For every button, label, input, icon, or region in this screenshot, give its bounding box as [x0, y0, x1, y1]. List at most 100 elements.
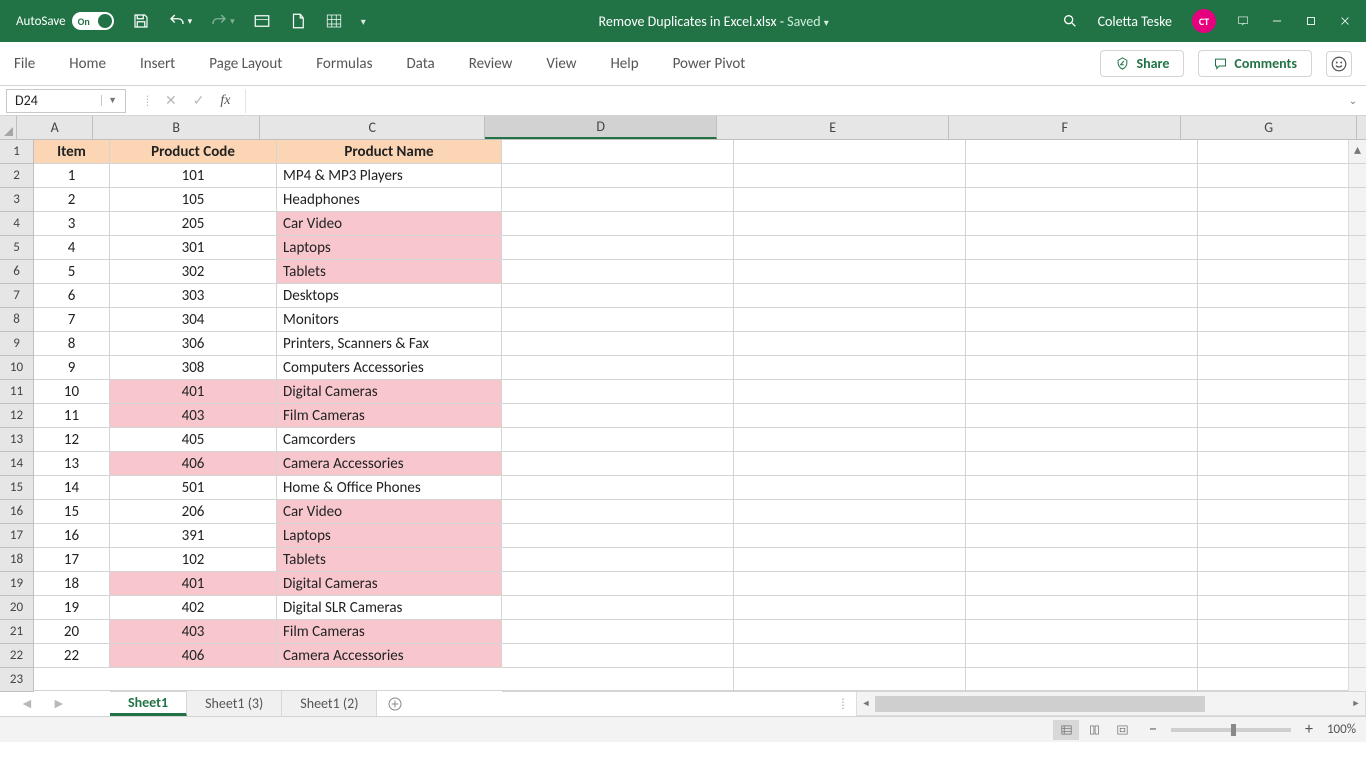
sheet-tab[interactable]: Sheet1 (2)	[282, 691, 377, 716]
cell[interactable]	[734, 596, 966, 620]
cell[interactable]: 303	[110, 284, 277, 308]
cell[interactable]: Headphones	[277, 188, 502, 212]
tab-home[interactable]: Home	[69, 55, 106, 73]
cell[interactable]: 12	[34, 428, 110, 452]
cell[interactable]	[966, 188, 1198, 212]
cell[interactable]: 403	[110, 620, 277, 644]
cell[interactable]	[734, 452, 966, 476]
row-header-1[interactable]: 1	[0, 140, 33, 164]
cell[interactable]	[1198, 668, 1366, 692]
tab-formulas[interactable]: Formulas	[316, 55, 372, 73]
sheet-nav-prev-icon[interactable]: ◄	[20, 695, 34, 712]
qat-icon-4[interactable]	[253, 12, 271, 30]
cell[interactable]	[734, 524, 966, 548]
row-header-18[interactable]: 18	[0, 548, 33, 572]
cell[interactable]	[1198, 356, 1366, 380]
cell[interactable]	[1198, 332, 1366, 356]
cell[interactable]	[1198, 548, 1366, 572]
tab-file[interactable]: File	[14, 55, 35, 73]
cell[interactable]: Monitors	[277, 308, 502, 332]
column-header-G[interactable]: G	[1181, 116, 1357, 139]
qat-icon-5[interactable]	[289, 12, 307, 30]
row-header-11[interactable]: 11	[0, 380, 33, 404]
cell[interactable]	[1198, 212, 1366, 236]
cell[interactable]	[966, 356, 1198, 380]
zoom-slider[interactable]	[1171, 728, 1291, 732]
cell[interactable]: 301	[110, 236, 277, 260]
close-icon[interactable]	[1338, 14, 1352, 28]
qat-customize-icon[interactable]: ▾	[361, 15, 366, 28]
cell[interactable]	[966, 548, 1198, 572]
cell[interactable]	[734, 500, 966, 524]
column-header-A[interactable]: A	[17, 116, 93, 139]
zoom-out-icon[interactable]: −	[1149, 720, 1157, 739]
cell[interactable]	[734, 356, 966, 380]
cell[interactable]	[966, 164, 1198, 188]
maximize-icon[interactable]	[1304, 14, 1318, 28]
row-header-8[interactable]: 8	[0, 308, 33, 332]
cell[interactable]	[1198, 596, 1366, 620]
cell[interactable]: Film Cameras	[277, 404, 502, 428]
cell[interactable]: 11	[34, 404, 110, 428]
share-button[interactable]: Share	[1100, 50, 1184, 77]
cell[interactable]: 403	[110, 404, 277, 428]
qat-icon-6[interactable]	[325, 12, 343, 30]
row-header-14[interactable]: 14	[0, 452, 33, 476]
cell[interactable]: 10	[34, 380, 110, 404]
cell[interactable]: 14	[34, 476, 110, 500]
cell[interactable]: Car Video	[277, 212, 502, 236]
cell[interactable]	[966, 260, 1198, 284]
zoom-level[interactable]: 100%	[1327, 722, 1356, 737]
cell[interactable]	[502, 380, 734, 404]
cell[interactable]	[1198, 188, 1366, 212]
cell[interactable]	[734, 404, 966, 428]
cell[interactable]	[966, 500, 1198, 524]
cell[interactable]	[966, 452, 1198, 476]
cells-area[interactable]: ItemProduct CodeProduct Name1101MP4 & MP…	[34, 140, 1348, 692]
cell[interactable]: 2	[34, 188, 110, 212]
cell[interactable]	[1198, 476, 1366, 500]
row-header-5[interactable]: 5	[0, 236, 33, 260]
cell[interactable]	[734, 572, 966, 596]
tab-power-pivot[interactable]: Power Pivot	[673, 55, 746, 73]
cell[interactable]	[1198, 284, 1366, 308]
cell[interactable]	[1198, 644, 1366, 668]
row-header-6[interactable]: 6	[0, 260, 33, 284]
cell[interactable]	[1198, 140, 1366, 164]
column-header-C[interactable]: C	[260, 116, 485, 139]
cell[interactable]: 401	[110, 380, 277, 404]
cell[interactable]	[734, 188, 966, 212]
cell[interactable]	[966, 668, 1198, 692]
cell[interactable]: 5	[34, 260, 110, 284]
cell[interactable]: 308	[110, 356, 277, 380]
cell[interactable]	[734, 212, 966, 236]
cell[interactable]	[1198, 620, 1366, 644]
cell[interactable]	[966, 236, 1198, 260]
view-page-layout-icon[interactable]	[1081, 720, 1107, 740]
cell[interactable]: 101	[110, 164, 277, 188]
cell[interactable]: 22	[34, 644, 110, 668]
cell[interactable]	[1198, 404, 1366, 428]
cell[interactable]	[966, 404, 1198, 428]
cell[interactable]: 3	[34, 212, 110, 236]
row-header-20[interactable]: 20	[0, 596, 33, 620]
sheet-tab[interactable]: Sheet1 (3)	[187, 691, 282, 716]
row-header-23[interactable]: 23	[0, 668, 33, 692]
cell[interactable]: Item	[34, 140, 110, 164]
cell[interactable]: Film Cameras	[277, 620, 502, 644]
cell[interactable]	[502, 428, 734, 452]
cell[interactable]: 4	[34, 236, 110, 260]
cell[interactable]	[734, 260, 966, 284]
cell[interactable]	[966, 596, 1198, 620]
cell[interactable]	[734, 644, 966, 668]
cell[interactable]	[502, 524, 734, 548]
row-header-10[interactable]: 10	[0, 356, 33, 380]
row-header-4[interactable]: 4	[0, 212, 33, 236]
cell[interactable]	[734, 308, 966, 332]
cell[interactable]	[966, 428, 1198, 452]
worksheet-grid[interactable]: ABCDEFG 12345678910111213141516171819202…	[0, 116, 1366, 690]
cell[interactable]: 391	[110, 524, 277, 548]
cell[interactable]: 402	[110, 596, 277, 620]
cell[interactable]: Laptops	[277, 236, 502, 260]
cell[interactable]	[966, 524, 1198, 548]
